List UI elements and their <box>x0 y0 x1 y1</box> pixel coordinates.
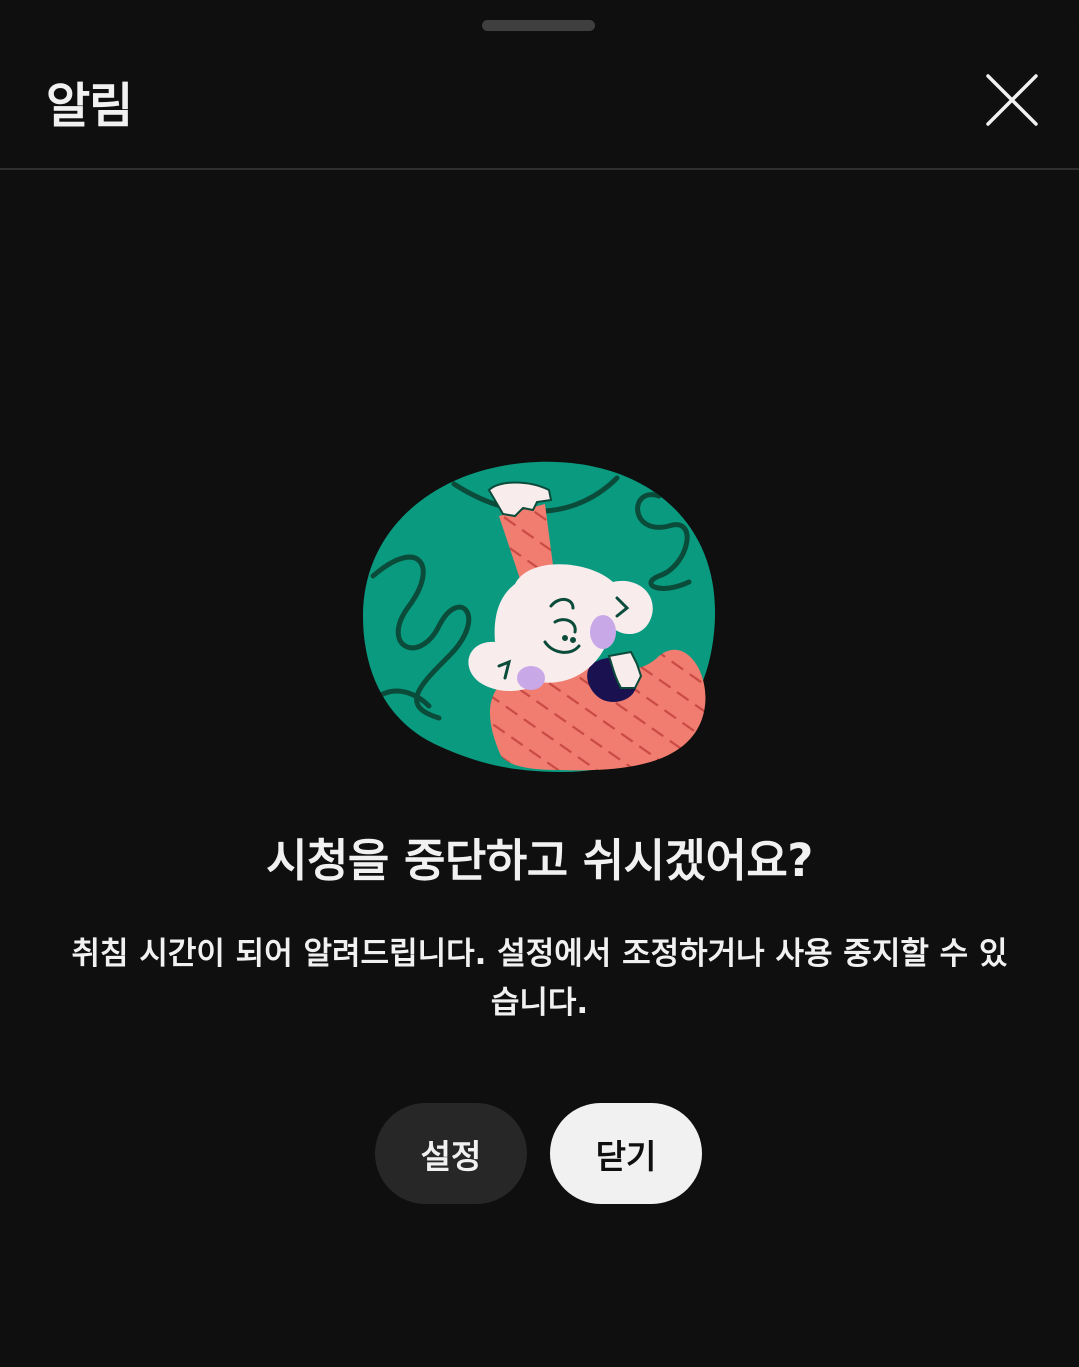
settings-button[interactable]: 설정 <box>375 1103 527 1204</box>
dialog-headline: 시청을 중단하고 쉬시겠어요? <box>266 834 813 887</box>
dismiss-button[interactable]: 닫기 <box>550 1103 702 1204</box>
sleeping-character-illustration <box>359 456 721 778</box>
bottom-sheet: 알림 시청을 중단하고 쉬시겠어요? 취침 시간이 되어 알려드립니다. 설정에… <box>0 0 1079 1367</box>
sheet-title: 알림 <box>46 78 133 134</box>
sheet-header: 알림 <box>0 0 1079 170</box>
close-icon <box>986 74 1038 126</box>
close-button[interactable] <box>976 64 1048 136</box>
dialog-description: 취침 시간이 되어 알려드립니다. 설정에서 조정하거나 사용 중지할 수 있습… <box>71 936 1008 1021</box>
